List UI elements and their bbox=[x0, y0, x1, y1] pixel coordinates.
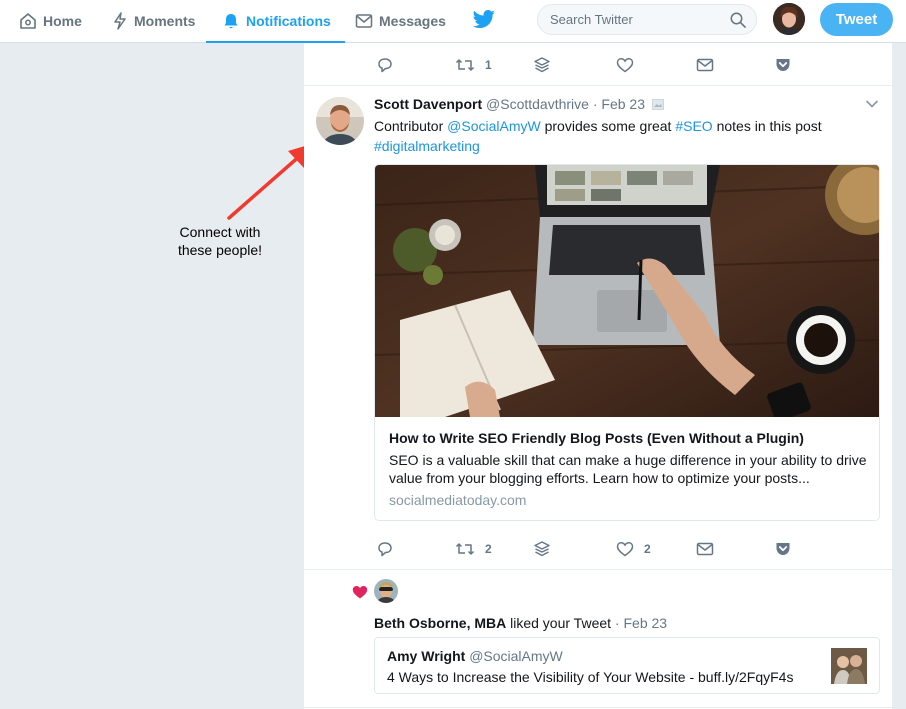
tweet-text-part: Contributor bbox=[374, 118, 448, 134]
retweet-icon bbox=[455, 59, 475, 71]
retweet-button[interactable]: 2 bbox=[455, 541, 492, 557]
pocket-button[interactable] bbox=[775, 57, 801, 73]
author-name[interactable]: Scott Davenport bbox=[374, 96, 482, 112]
profile-photo bbox=[773, 3, 805, 35]
pocket-icon bbox=[776, 543, 790, 555]
liker-avatar[interactable] bbox=[374, 579, 398, 603]
quoted-tweet-text: 4 Ways to Increase the Visibility of You… bbox=[387, 669, 794, 685]
pocket-button[interactable] bbox=[775, 541, 801, 557]
tweet-actions: 2 2 bbox=[374, 541, 824, 561]
like-notification-text: Beth Osborne, MBA liked your Tweet · Feb… bbox=[374, 615, 667, 631]
direct-message-button[interactable] bbox=[696, 57, 724, 73]
lightning-icon bbox=[114, 12, 126, 30]
retweet-icon bbox=[455, 543, 475, 555]
nav-moments-label: Moments bbox=[134, 13, 196, 29]
retweet-count: 1 bbox=[485, 58, 492, 72]
home-icon bbox=[20, 13, 36, 29]
author-avatar[interactable] bbox=[316, 97, 364, 145]
layers-icon bbox=[534, 541, 550, 557]
divider bbox=[304, 85, 892, 86]
envelope-icon bbox=[696, 542, 714, 556]
card-description: SEO is a valuable skill that can make a … bbox=[389, 452, 867, 486]
search-box[interactable] bbox=[537, 4, 757, 35]
quoted-author-name: Amy Wright bbox=[387, 648, 466, 664]
layers-icon bbox=[534, 57, 550, 73]
reply-button[interactable] bbox=[376, 57, 404, 73]
envelope-icon bbox=[696, 58, 714, 72]
separator: · bbox=[592, 96, 598, 112]
envelope-icon bbox=[355, 14, 373, 28]
quoted-author-handle: @SocialAmyW bbox=[469, 648, 563, 664]
separator: · bbox=[611, 615, 624, 631]
search-input[interactable] bbox=[550, 12, 730, 27]
notifications-timeline: 1 Scott Davenport @Scottdavthrive · Feb bbox=[304, 43, 892, 709]
tweet-text-part: notes in this post bbox=[712, 118, 822, 134]
divider bbox=[304, 707, 892, 708]
mention-link[interactable]: @SocialAmyW bbox=[447, 118, 541, 134]
like-button[interactable]: 2 bbox=[616, 541, 651, 557]
liker-name[interactable]: Beth Osborne, MBA bbox=[374, 615, 506, 631]
tweet-date[interactable]: Feb 23 bbox=[601, 96, 645, 112]
thumbnail-image bbox=[831, 648, 867, 684]
nav-home[interactable]: Home bbox=[19, 0, 82, 42]
link-preview-card[interactable]: How to Write SEO Friendly Blog Posts (Ev… bbox=[374, 164, 880, 521]
quoted-tweet-header: Amy Wright @SocialAmyW bbox=[387, 648, 563, 664]
nav-notifications[interactable]: Notifications bbox=[206, 0, 345, 43]
card-title[interactable]: How to Write SEO Friendly Blog Posts (Ev… bbox=[389, 430, 804, 446]
card-image bbox=[375, 165, 879, 417]
profile-avatar[interactable] bbox=[773, 3, 805, 35]
reply-icon bbox=[378, 542, 392, 557]
heart-outline-icon bbox=[616, 542, 634, 557]
hashtag-link[interactable]: #SEO bbox=[675, 118, 712, 134]
reply-icon bbox=[378, 58, 392, 73]
direct-message-button[interactable] bbox=[696, 541, 724, 557]
like-count: 2 bbox=[644, 542, 651, 556]
quoted-tweet-thumbnail bbox=[831, 648, 867, 684]
twitter-bird-icon[interactable] bbox=[472, 10, 496, 30]
author-handle[interactable]: @Scottdavthrive bbox=[486, 96, 589, 112]
card-domain: socialmediatoday.com bbox=[389, 492, 527, 508]
retweet-count: 2 bbox=[485, 542, 492, 556]
nav-home-label: Home bbox=[43, 13, 82, 29]
divider bbox=[304, 569, 892, 570]
author-photo bbox=[316, 97, 364, 145]
buffer-button[interactable] bbox=[534, 57, 560, 73]
chevron-down-icon[interactable] bbox=[865, 99, 879, 109]
like-date[interactable]: Feb 23 bbox=[623, 615, 667, 631]
nav-messages-label: Messages bbox=[379, 13, 446, 29]
bell-icon bbox=[224, 14, 238, 29]
top-navigation-bar: Home Moments Notifications Messages Sear… bbox=[0, 0, 906, 43]
tweet-text-part: provides some great bbox=[540, 118, 676, 134]
quoted-tweet[interactable]: Amy Wright @SocialAmyW 4 Ways to Increas… bbox=[374, 637, 880, 694]
nav-notifications-label: Notifications bbox=[246, 13, 331, 29]
search-icon[interactable] bbox=[730, 12, 746, 28]
retweet-button[interactable]: 1 bbox=[455, 57, 492, 73]
like-button[interactable] bbox=[616, 57, 644, 73]
heart-outline-icon bbox=[616, 58, 634, 73]
pocket-icon bbox=[776, 59, 790, 71]
heart-icon bbox=[352, 586, 368, 599]
tweet-text: Contributor @SocialAmyW provides some gr… bbox=[374, 116, 844, 156]
like-action-text: liked your Tweet bbox=[506, 615, 612, 631]
previous-tweet-actions: 1 bbox=[374, 57, 824, 77]
nav-messages[interactable]: Messages bbox=[355, 0, 446, 42]
tweet-button[interactable]: Tweet bbox=[820, 3, 893, 36]
annotation-line-2: these people! bbox=[177, 242, 263, 258]
nav-moments[interactable]: Moments bbox=[112, 0, 195, 42]
tweet-header: Scott Davenport @Scottdavthrive · Feb 23 bbox=[374, 96, 664, 112]
media-icon bbox=[651, 99, 664, 110]
annotation-line-1: Connect with bbox=[179, 224, 261, 240]
buffer-button[interactable] bbox=[534, 541, 560, 557]
liker-photo bbox=[374, 579, 398, 603]
annotation-text: Connect with these people! bbox=[160, 223, 280, 259]
reply-button[interactable] bbox=[376, 541, 404, 557]
hashtag-link[interactable]: #digitalmarketing bbox=[374, 138, 480, 154]
